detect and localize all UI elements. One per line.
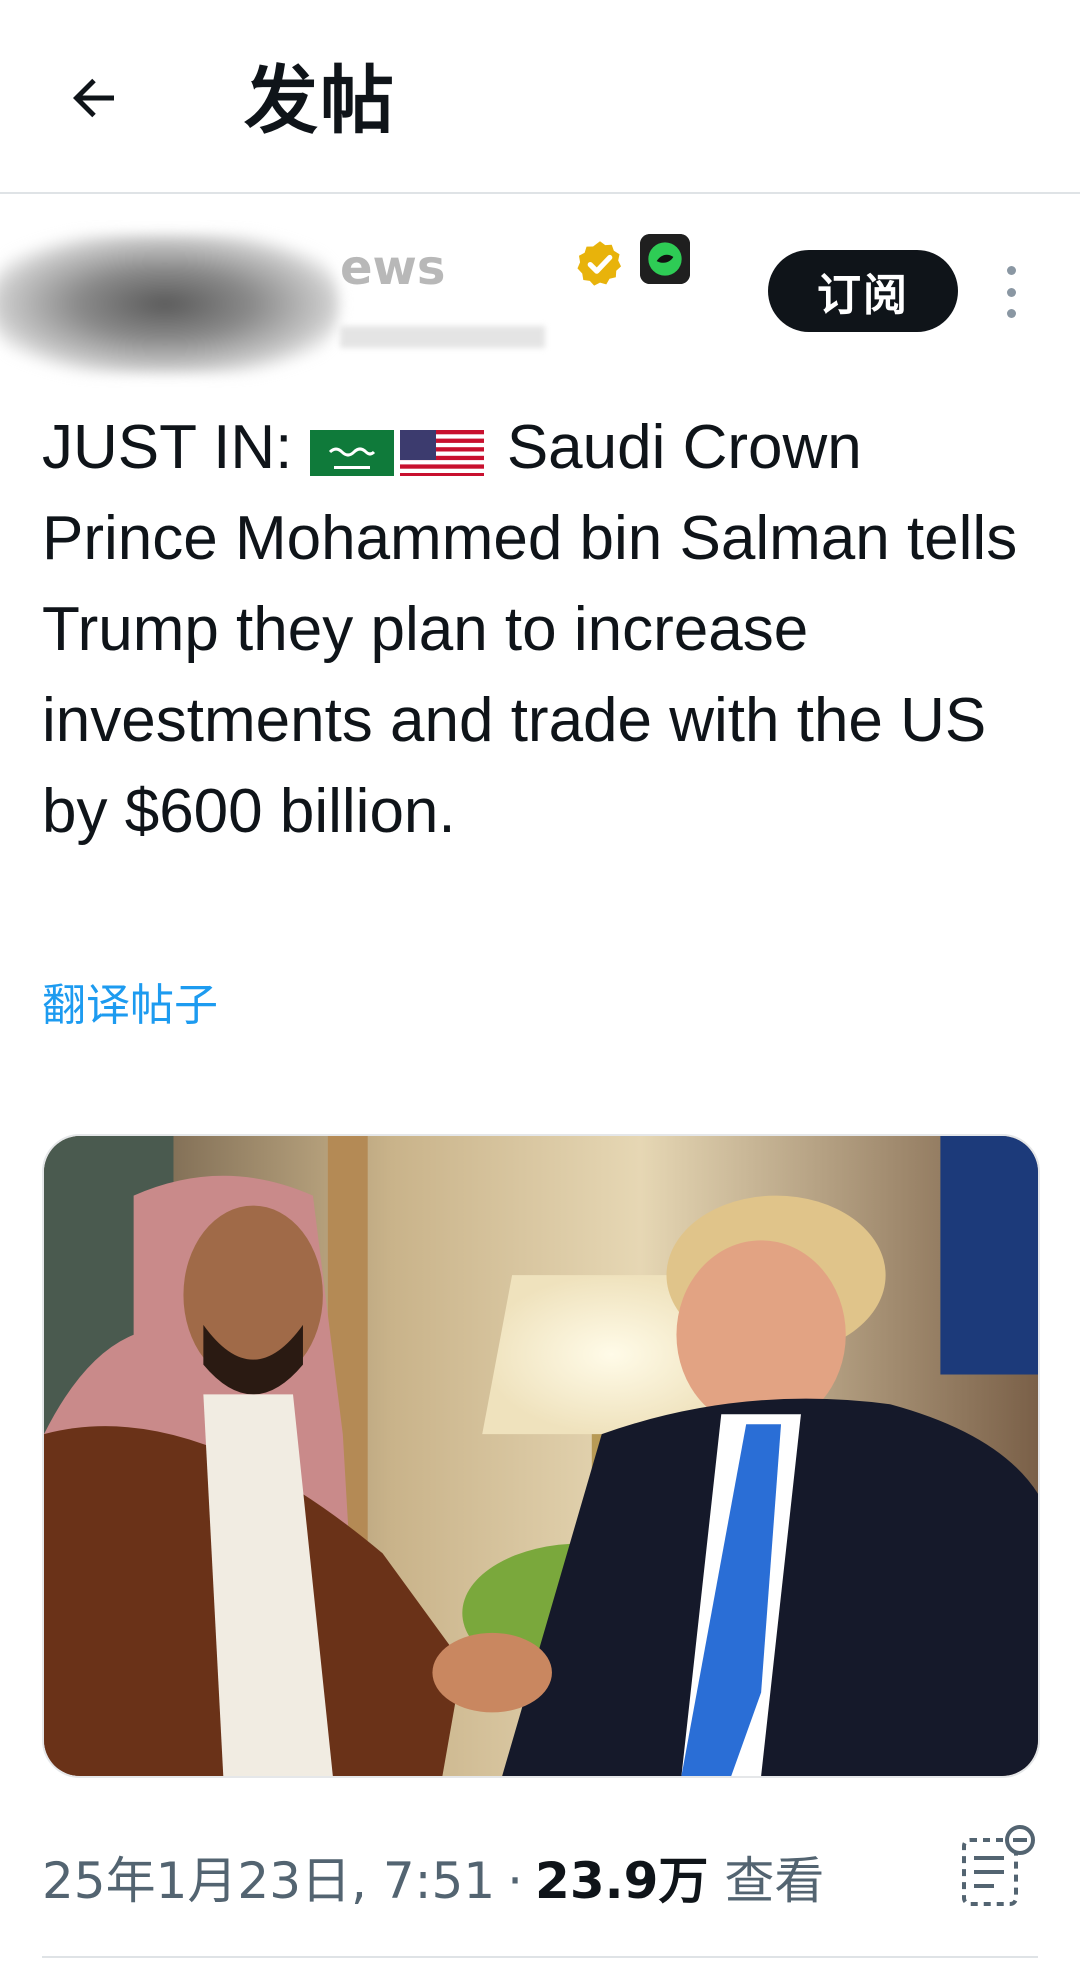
view-count-label: 查看: [724, 1852, 825, 1910]
post-meta: 25年1月23日, 7:51 · 23.9万 查看: [42, 1846, 824, 1916]
post-analytics-icon: [962, 1825, 1035, 1906]
author-handle[interactable]: ews: [340, 238, 445, 298]
more-dot: [1006, 287, 1016, 297]
blurred-author-subtext: [340, 326, 545, 348]
arrow-left-icon: [73, 78, 114, 118]
us-flag-icon: [399, 420, 484, 476]
verified-badge-icon: [577, 241, 622, 286]
post-image[interactable]: [42, 1134, 1040, 1778]
saudi-flag-icon: [309, 420, 394, 476]
more-vertical-icon: [1006, 266, 1016, 275]
meta-separator: ·: [507, 1852, 524, 1910]
page-title: 发帖: [244, 58, 396, 144]
post-analytics-button[interactable]: [958, 1820, 1038, 1910]
back-button[interactable]: [58, 62, 130, 134]
more-dot: [1006, 309, 1016, 318]
divider: [42, 1956, 1038, 1958]
top-app-bar: 发帖: [0, 0, 1080, 194]
post-timestamp[interactable]: 25年1月23日, 7:51: [42, 1846, 495, 1916]
post-prefix: JUST IN:: [42, 413, 293, 482]
post-body: JUST IN: Saudi Crown Prince Mohammed bin…: [42, 402, 1042, 857]
more-options-button[interactable]: [996, 260, 1026, 324]
subscribe-button[interactable]: 订阅: [768, 250, 958, 332]
blurred-author-name: [0, 234, 340, 374]
translate-post-link[interactable]: 翻译帖子: [42, 976, 218, 1036]
affiliate-badge-icon[interactable]: [640, 234, 690, 284]
post-author-row: ews 订阅: [0, 196, 1080, 376]
view-count: 23.9万: [535, 1852, 709, 1910]
